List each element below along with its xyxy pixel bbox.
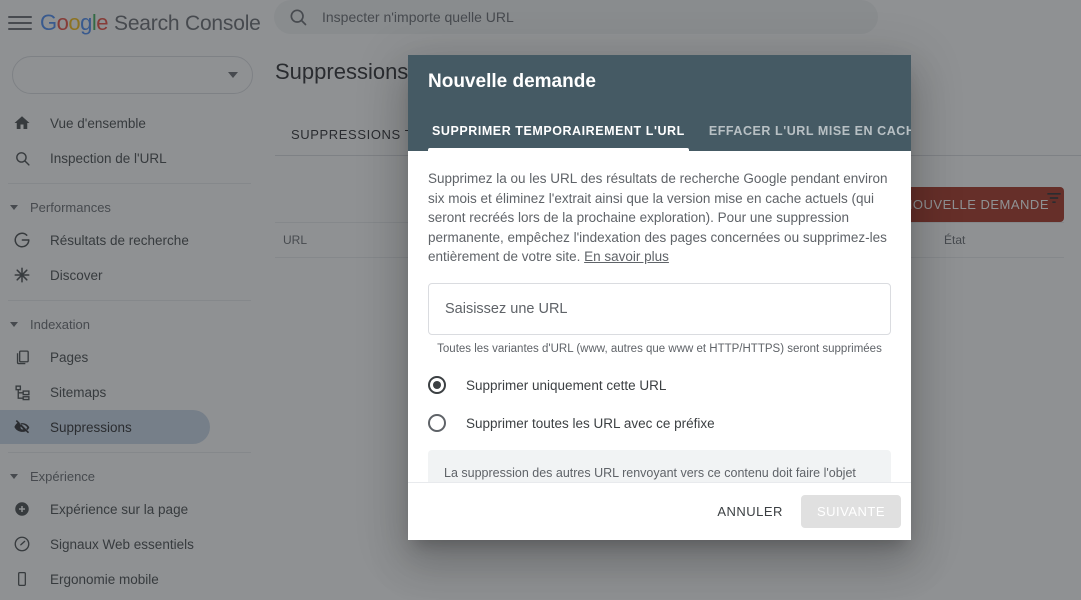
tab-supprimer-temporairement-url[interactable]: SUPPRIMER TEMPORAIREMENT L'URL bbox=[420, 124, 697, 151]
next-button: SUIVANTE bbox=[800, 495, 901, 528]
dialog-tabs: SUPPRIMER TEMPORAIREMENT L'URL EFFACER L… bbox=[408, 107, 911, 151]
radio-option-label: Supprimer toutes les URL avec ce préfixe bbox=[466, 415, 715, 431]
url-input[interactable] bbox=[445, 300, 874, 317]
app-root: Google Search Console Inspecter n'import… bbox=[0, 0, 1081, 600]
radio-button-icon[interactable] bbox=[428, 414, 446, 432]
radio-option-all-urls-with-prefix[interactable]: Supprimer toutes les URL avec ce préfixe bbox=[428, 407, 891, 440]
cancel-button[interactable]: ANNULER bbox=[703, 495, 797, 528]
dialog-body: Supprimez la ou les URL des résultats de… bbox=[408, 151, 911, 482]
dialog-title: Nouvelle demande bbox=[428, 71, 596, 92]
tab-effacer-url-mise-en-cache[interactable]: EFFACER L'URL MISE EN CACHE bbox=[697, 124, 911, 151]
removal-scope-radio-group: Supprimer uniquement cette URL Supprimer… bbox=[428, 369, 891, 440]
learn-more-link[interactable]: En savoir plus bbox=[584, 249, 669, 264]
radio-button-icon[interactable] bbox=[428, 376, 446, 394]
dialog-description: Supprimez la ou les URL des résultats de… bbox=[428, 169, 891, 267]
radio-option-label: Supprimer uniquement cette URL bbox=[466, 377, 667, 393]
dialog-footer: ANNULER SUIVANTE bbox=[408, 482, 911, 540]
dialog-note-box: La suppression des autres URL renvoyant … bbox=[428, 449, 891, 482]
url-field-hint: Toutes les variantes d'URL (www, autres … bbox=[437, 342, 882, 355]
url-input-field[interactable] bbox=[428, 282, 891, 335]
dialog-header: Nouvelle demande SUPPRIMER TEMPORAIREMEN… bbox=[408, 55, 911, 151]
new-request-dialog: Nouvelle demande SUPPRIMER TEMPORAIREMEN… bbox=[408, 55, 911, 540]
radio-option-this-url-only[interactable]: Supprimer uniquement cette URL bbox=[428, 369, 891, 402]
